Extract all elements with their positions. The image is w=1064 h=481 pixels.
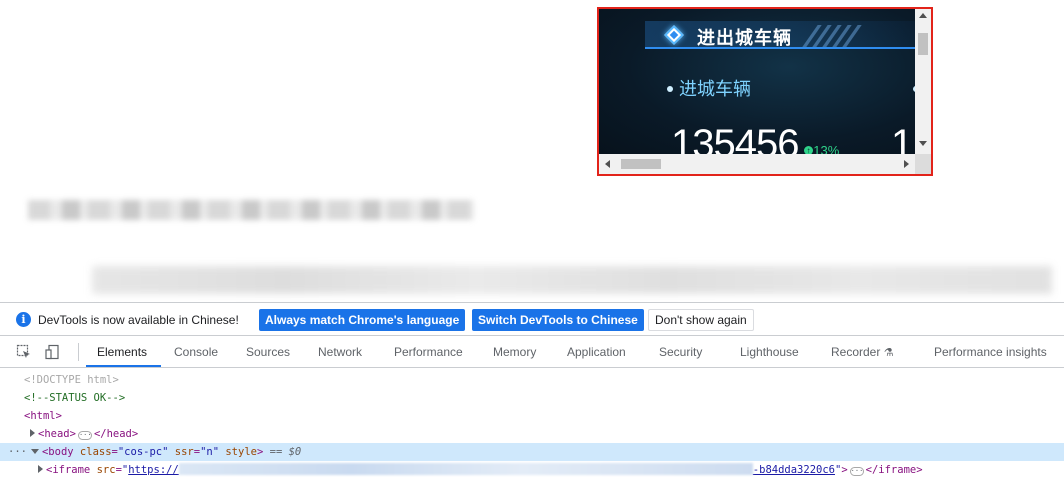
dom-line-head[interactable]: <head> ··· </head> — [0, 425, 1064, 443]
selected-marker: == $0 — [269, 446, 302, 458]
attr-class-value: "cos-pc" — [117, 446, 169, 458]
toolbar-separator — [78, 343, 79, 361]
dom-line-comment[interactable]: <!--STATUS OK--> — [0, 389, 1064, 407]
dom-line-doctype[interactable]: <!DOCTYPE html> — [0, 371, 1064, 389]
html-tag: <html> — [24, 410, 62, 422]
src-link-end[interactable]: -b84dda3220c6 — [753, 464, 835, 476]
scroll-down-icon[interactable] — [919, 141, 927, 146]
collapse-triangle-icon[interactable] — [30, 449, 39, 454]
tab-network[interactable]: Network — [318, 345, 362, 359]
widget-banner: 进出城车辆 — [645, 15, 915, 55]
widget-change: 13% — [813, 143, 840, 154]
ellipsis-icon[interactable]: ··· — [77, 431, 92, 440]
scroll-up-icon[interactable] — [919, 13, 927, 18]
head-open-tag: <head> — [38, 428, 76, 440]
attr-style: style — [225, 446, 257, 458]
page: 进出城车辆 进城车辆 135456 ↑ 13% 1 i DevTools is … — [0, 0, 1064, 481]
ellipsis-icon-2[interactable]: ··· — [849, 467, 864, 476]
tab-sources[interactable]: Sources — [246, 345, 290, 359]
horizontal-scroll-thumb[interactable] — [621, 159, 661, 169]
attr-class: class — [79, 446, 112, 458]
match-language-button[interactable]: Always match Chrome's language — [259, 309, 466, 331]
blurred-text-row-2 — [92, 266, 1052, 294]
horizontal-scrollbar[interactable] — [599, 154, 915, 174]
info-icon: i — [16, 312, 31, 327]
bullet-dot — [667, 86, 673, 92]
tab-lighthouse[interactable]: Lighthouse — [740, 345, 799, 359]
device-toolbar-icon[interactable] — [45, 344, 61, 360]
expand-triangle-icon[interactable] — [30, 429, 35, 437]
body-tag-name: body — [48, 446, 74, 458]
devtools-tabbar: Elements Console Sources Network Perform… — [0, 336, 1064, 368]
attr-ssr: ssr — [174, 446, 194, 458]
head-close-tag: </head> — [93, 428, 139, 440]
tab-recorder-label: Recorder — [831, 345, 881, 359]
tab-console[interactable]: Console — [174, 345, 218, 359]
src-link-start[interactable]: https:// — [128, 464, 179, 476]
iframe-tag-name: iframe — [52, 464, 91, 476]
more-dots-icon[interactable]: ··· — [0, 446, 27, 458]
widget-title: 进出城车辆 — [697, 28, 792, 48]
scrollbar-corner — [915, 154, 931, 174]
widget-subtitle: 进城车辆 — [679, 79, 751, 99]
vertical-scroll-thumb[interactable] — [918, 33, 928, 55]
comment-text: <!--STATUS OK--> — [24, 392, 126, 404]
attr-ssr-value: "n" — [200, 446, 220, 458]
devtools-infobar: i DevTools is now available in Chinese! … — [0, 303, 1064, 336]
dom-line-html[interactable]: <html> — [0, 407, 1064, 425]
switch-language-button[interactable]: Switch DevTools to Chinese — [472, 309, 644, 331]
tab-elements[interactable]: Elements — [97, 345, 147, 359]
widget-content: 进出城车辆 进城车辆 135456 ↑ 13% 1 — [599, 9, 915, 154]
vertical-scrollbar[interactable] — [915, 9, 931, 154]
tab-memory[interactable]: Memory — [493, 345, 536, 359]
expand-triangle-icon-2[interactable] — [38, 465, 43, 473]
dom-line-iframe[interactable]: <iframe src="https://-b84dda3220c6"> ··· <… — [0, 461, 1064, 479]
tab-application[interactable]: Application — [567, 345, 626, 359]
inspect-icon[interactable] — [16, 344, 32, 360]
attr-src: src — [96, 464, 116, 476]
devtools-panel: i DevTools is now available in Chinese! … — [0, 302, 1064, 481]
tab-performance[interactable]: Performance — [394, 345, 463, 359]
widget-value: 135456 — [671, 122, 799, 154]
tab-security[interactable]: Security — [659, 345, 702, 359]
info-text: DevTools is now available in Chinese! — [38, 313, 239, 327]
scroll-left-icon[interactable] — [605, 160, 610, 168]
flask-icon: ⚗ — [883, 347, 894, 359]
active-tab-indicator — [86, 365, 161, 367]
scroll-right-icon[interactable] — [904, 160, 909, 168]
blurred-text-row — [28, 200, 474, 220]
doctype-text: <!DOCTYPE html> — [24, 374, 119, 386]
redacted-url — [178, 463, 753, 475]
dont-show-again-button[interactable]: Don't show again — [648, 309, 754, 331]
widget-value-2: 1 — [891, 122, 914, 154]
tab-recorder[interactable]: Recorder ⚗ — [831, 345, 894, 359]
dom-line-body[interactable]: ··· <body class="cos-pc" ssr="n" style> =… — [0, 443, 1064, 461]
tab-performance-insights[interactable]: Performance insights — [934, 345, 1047, 359]
iframe-close-tag: </iframe> — [865, 464, 923, 476]
iframe-widget[interactable]: 进出城车辆 进城车辆 135456 ↑ 13% 1 — [597, 7, 933, 176]
